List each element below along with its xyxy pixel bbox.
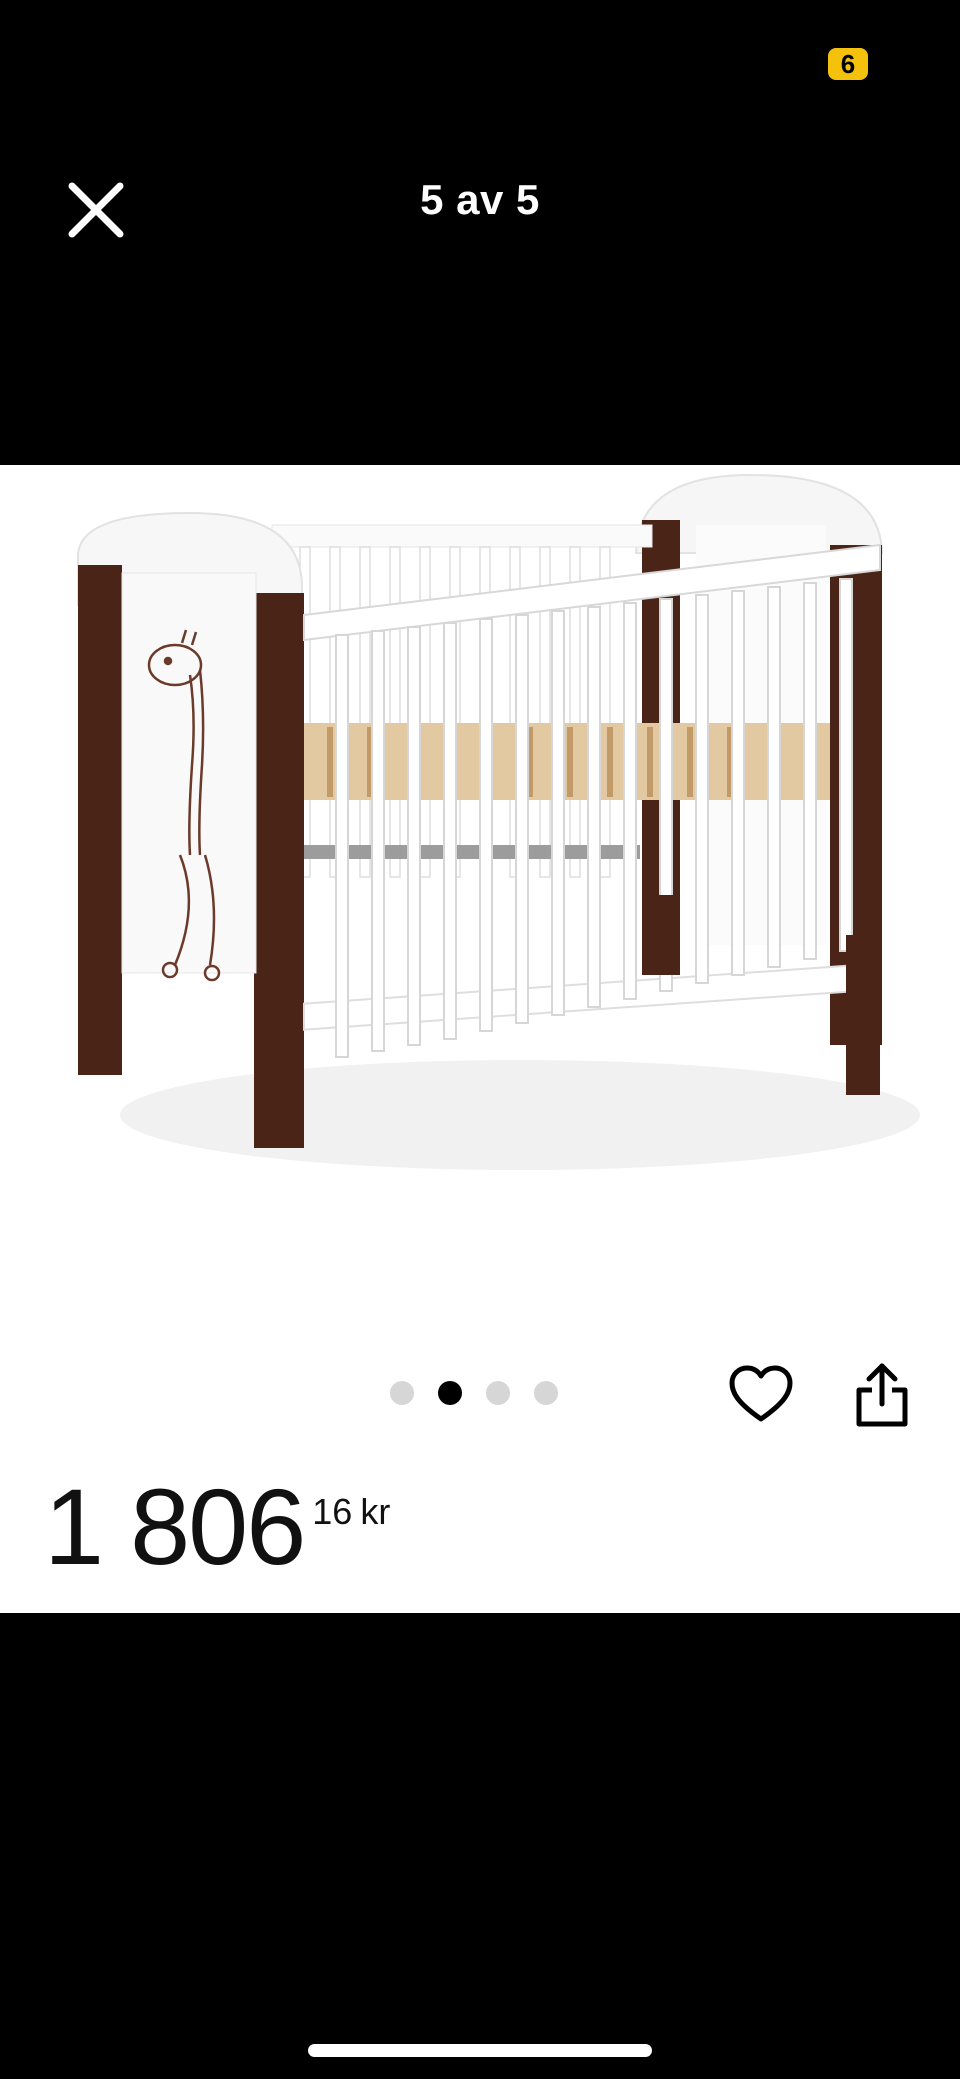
share-button[interactable] [852, 1360, 912, 1430]
pagination-dot-active[interactable] [438, 1381, 462, 1405]
image-counter-title: 5 av 5 [420, 176, 540, 223]
crib-image[interactable] [0, 465, 960, 1265]
price-integer: 1 806 [44, 1466, 306, 1587]
product-panel: 1 806 16 kr [0, 465, 960, 1613]
share-icon [856, 1363, 908, 1427]
battery-badge: 6 [828, 48, 868, 80]
price-decimals: 16 [312, 1491, 353, 1532]
favorite-button[interactable] [728, 1363, 794, 1427]
home-indicator[interactable] [308, 2044, 652, 2057]
price-currency: kr [360, 1491, 391, 1532]
product-price: 1 806 16 kr [44, 1467, 390, 1587]
heart-icon [729, 1365, 793, 1422]
pagination-dot[interactable] [486, 1381, 510, 1405]
pagination-dot[interactable] [534, 1381, 558, 1405]
gallery-pagination[interactable] [390, 1378, 558, 1408]
pagination-dot[interactable] [390, 1381, 414, 1405]
